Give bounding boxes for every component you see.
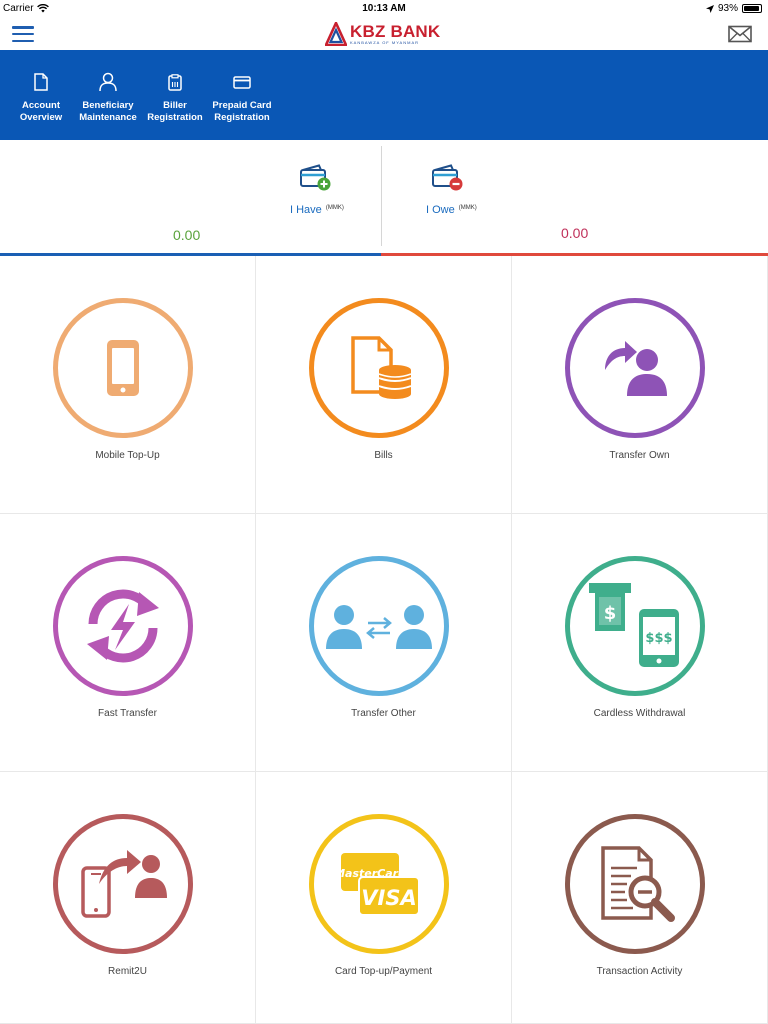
battery-percent: 93% bbox=[717, 3, 738, 14]
service-circle bbox=[53, 556, 193, 696]
document-icon bbox=[34, 73, 48, 91]
svg-text:$$$: $$$ bbox=[645, 631, 672, 646]
service-circle: $ $$$ bbox=[565, 556, 705, 696]
carrier-indicator: Carrier bbox=[3, 3, 49, 14]
prepaid-card-registration-button[interactable]: Prepaid Card Registration bbox=[207, 70, 277, 124]
svg-text:VISA: VISA bbox=[361, 886, 416, 910]
service-transfer-other[interactable]: Transfer Other bbox=[256, 514, 512, 772]
beneficiary-maintenance-label: Beneficiary Maintenance bbox=[79, 100, 137, 123]
service-label: Bills bbox=[374, 450, 393, 461]
service-label: Transaction Activity bbox=[596, 966, 683, 977]
i-owe-card[interactable]: I Owe (MMK) 0.00 bbox=[382, 140, 768, 256]
balance-summary: I Have (MMK) 0.00 I Owe (MMK) 0.00 bbox=[0, 140, 768, 256]
nav-bar: KBZ BANK KANBAWZA OF MYANMAR bbox=[0, 18, 768, 50]
biller-registration-label: Biller Registration bbox=[147, 100, 203, 123]
svg-text:$: $ bbox=[604, 603, 617, 624]
service-label: Cardless Withdrawal bbox=[593, 708, 686, 719]
account-overview-label: Account Overview bbox=[19, 100, 63, 123]
i-have-label: I Have (MMK) bbox=[290, 204, 344, 216]
service-label: Remit2U bbox=[108, 966, 147, 977]
card-icon bbox=[233, 75, 251, 89]
service-circle bbox=[309, 556, 449, 696]
fast-transfer-icon bbox=[87, 589, 159, 663]
card-payment-icon: MasterCard VISA bbox=[337, 853, 420, 916]
wallet-remove-icon bbox=[432, 164, 463, 191]
beneficiary-maintenance-button[interactable]: Beneficiary Maintenance bbox=[73, 70, 143, 124]
transfer-own-icon bbox=[605, 341, 667, 396]
logo-emblem-icon bbox=[325, 22, 347, 46]
transaction-activity-icon bbox=[601, 846, 675, 922]
service-mobile-top-up[interactable]: Mobile Top-Up bbox=[0, 256, 256, 514]
i-owe-label: I Owe (MMK) bbox=[426, 204, 477, 216]
service-card-top-up-payment[interactable]: MasterCard VISA Card Top-up/Payment bbox=[256, 772, 512, 1024]
person-icon bbox=[99, 72, 117, 92]
service-label: Mobile Top-Up bbox=[95, 450, 160, 461]
service-label: Transfer Own bbox=[609, 450, 670, 461]
service-circle: MasterCard VISA bbox=[309, 814, 449, 954]
kbz-bank-logo: KBZ BANK KANBAWZA OF MYANMAR bbox=[325, 20, 440, 48]
clock: 10:13 AM bbox=[362, 3, 406, 14]
service-circle bbox=[565, 814, 705, 954]
clipboard-icon bbox=[168, 73, 182, 91]
logo-name: KBZ BANK bbox=[350, 22, 441, 41]
service-circle bbox=[53, 814, 193, 954]
service-bills[interactable]: Bills bbox=[256, 256, 512, 514]
i-owe-text: I Owe bbox=[426, 204, 455, 216]
wifi-icon bbox=[36, 4, 49, 13]
i-have-currency: (MMK) bbox=[325, 205, 344, 211]
quick-actions-bar: Account Overview Beneficiary Maintenance… bbox=[0, 50, 768, 140]
service-transfer-own[interactable]: Transfer Own bbox=[512, 256, 768, 514]
hamburger-menu-icon[interactable] bbox=[12, 24, 34, 44]
status-bar: Carrier 10:13 AM 93% bbox=[0, 0, 768, 18]
i-have-card[interactable]: I Have (MMK) 0.00 bbox=[0, 140, 381, 256]
service-label: Transfer Other bbox=[351, 708, 416, 719]
i-have-text: I Have bbox=[290, 204, 322, 216]
battery-fill bbox=[744, 6, 759, 11]
service-remit2u[interactable]: Remit2U bbox=[0, 772, 256, 1024]
service-fast-transfer[interactable]: Fast Transfer bbox=[0, 514, 256, 772]
i-owe-value: 0.00 bbox=[561, 225, 589, 241]
biller-registration-button[interactable]: Biller Registration bbox=[140, 70, 210, 124]
mobile-phone-icon bbox=[107, 340, 139, 396]
carrier-label: Carrier bbox=[3, 3, 34, 14]
prepaid-card-registration-label: Prepaid Card Registration bbox=[212, 100, 272, 123]
service-label: Fast Transfer bbox=[98, 708, 157, 719]
service-circle bbox=[565, 298, 705, 438]
wallet-add-icon bbox=[300, 164, 331, 191]
cardless-withdrawal-icon: $ $$$ bbox=[589, 583, 679, 667]
service-circle bbox=[309, 298, 449, 438]
service-circle bbox=[53, 298, 193, 438]
account-overview-button[interactable]: Account Overview bbox=[6, 70, 76, 124]
bills-icon bbox=[351, 336, 412, 399]
services-grid: Mobile Top-Up Bills Transfer Own Fast Tr… bbox=[0, 256, 768, 1024]
i-have-value: 0.00 bbox=[173, 227, 201, 243]
logo-tagline: KANBAWZA OF MYANMAR bbox=[350, 40, 420, 45]
service-label: Card Top-up/Payment bbox=[334, 966, 433, 977]
i-owe-currency: (MMK) bbox=[458, 205, 477, 211]
mail-icon[interactable] bbox=[728, 25, 752, 43]
service-transaction-activity[interactable]: Transaction Activity bbox=[512, 772, 768, 1024]
status-right: 93% bbox=[705, 3, 762, 14]
service-cardless-withdrawal[interactable]: $ $$$ Cardless Withdrawal bbox=[512, 514, 768, 772]
transfer-other-icon bbox=[326, 605, 432, 649]
remit-icon bbox=[81, 850, 167, 918]
location-arrow-icon bbox=[705, 4, 714, 13]
battery-icon bbox=[742, 4, 762, 13]
